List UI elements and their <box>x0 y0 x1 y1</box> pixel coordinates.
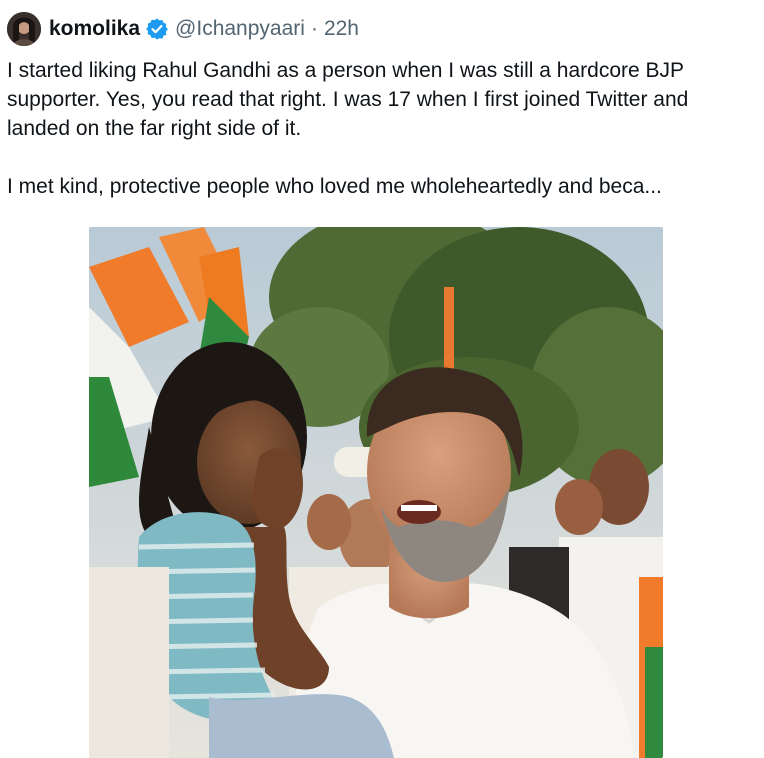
tweet-paragraph: I met kind, protective people who loved … <box>7 175 662 198</box>
tweet-paragraph: I started liking Rahul Gandhi as a perso… <box>7 59 689 140</box>
tweet[interactable]: komolika @Ichanpyaari · 22h I started li… <box>0 0 764 758</box>
author-handle[interactable]: @Ichanpyaari <box>175 14 305 44</box>
author-avatar[interactable] <box>7 12 41 46</box>
verified-badge-icon <box>145 17 169 41</box>
photo-image <box>89 227 663 758</box>
tweet-text: I started liking Rahul Gandhi as a perso… <box>7 56 757 201</box>
separator-dot: · <box>310 17 318 40</box>
tweet-header: komolika @Ichanpyaari · 22h <box>49 14 359 44</box>
tweet-timestamp[interactable]: 22h <box>324 14 359 44</box>
author-display-name[interactable]: komolika <box>49 14 140 44</box>
user-avatar-icon <box>7 12 41 46</box>
tweet-photo[interactable] <box>89 227 663 758</box>
